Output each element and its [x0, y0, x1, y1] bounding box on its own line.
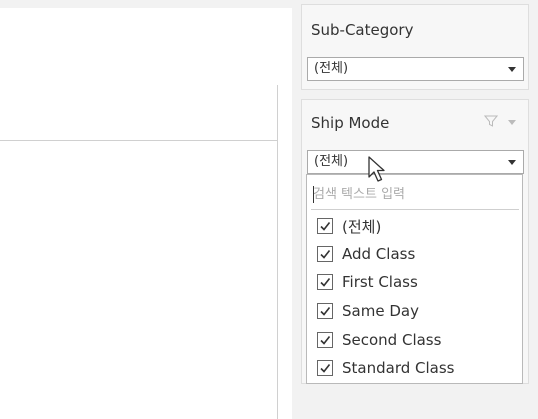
checkbox[interactable]: [317, 246, 333, 262]
option-same-day[interactable]: Same Day: [317, 298, 419, 324]
option-label: (전체): [342, 217, 382, 236]
checkbox[interactable]: [317, 303, 333, 319]
mouse-pointer-icon: [368, 156, 385, 182]
funnel-icon[interactable]: [484, 114, 498, 128]
option-first-class[interactable]: First Class: [317, 269, 418, 295]
sub-category-selected-value: (전체): [314, 61, 349, 76]
checkmark-icon: [320, 250, 331, 259]
checkmark-icon: [320, 222, 331, 231]
sub-category-title: Sub-Category: [311, 21, 414, 39]
option-all[interactable]: (전체): [317, 213, 381, 239]
sub-category-filter-card: Sub-Category (전체): [301, 4, 529, 90]
sub-category-select[interactable]: (전체): [307, 57, 524, 81]
chevron-down-icon[interactable]: [508, 67, 516, 72]
ship-mode-title: Ship Mode: [311, 114, 390, 132]
checkmark-icon: [320, 307, 331, 316]
menu-arrow-icon[interactable]: [508, 120, 516, 125]
option-second-class[interactable]: Second Class: [317, 327, 441, 353]
option-label: Standard Class: [342, 359, 455, 377]
pane-divider-horizontal: [0, 140, 278, 141]
top-divider: [0, 0, 292, 8]
checkmark-icon: [320, 336, 331, 345]
ship-mode-select[interactable]: (전체): [307, 150, 524, 174]
checkbox[interactable]: [317, 218, 333, 234]
pane-divider-vertical: [277, 85, 278, 419]
option-label: Add Class: [342, 245, 416, 263]
checkbox[interactable]: [317, 274, 333, 290]
text-caret: [313, 186, 314, 203]
option-label: Second Class: [342, 331, 442, 349]
checkbox[interactable]: [317, 360, 333, 376]
option-label: Same Day: [342, 302, 419, 320]
option-label: First Class: [342, 273, 418, 291]
option-add-class[interactable]: Add Class: [317, 241, 415, 267]
checkmark-icon: [320, 278, 331, 287]
option-standard-class[interactable]: Standard Class: [317, 355, 454, 381]
search-input[interactable]: [311, 180, 519, 210]
ship-mode-selected-value: (전체): [314, 154, 349, 169]
checkmark-icon: [320, 364, 331, 373]
worksheet-canvas: [0, 0, 292, 419]
chevron-down-icon[interactable]: [508, 160, 516, 165]
ship-mode-dropdown-panel: (전체) Add Class First Class Same Day Seco…: [306, 174, 523, 384]
checkbox[interactable]: [317, 332, 333, 348]
